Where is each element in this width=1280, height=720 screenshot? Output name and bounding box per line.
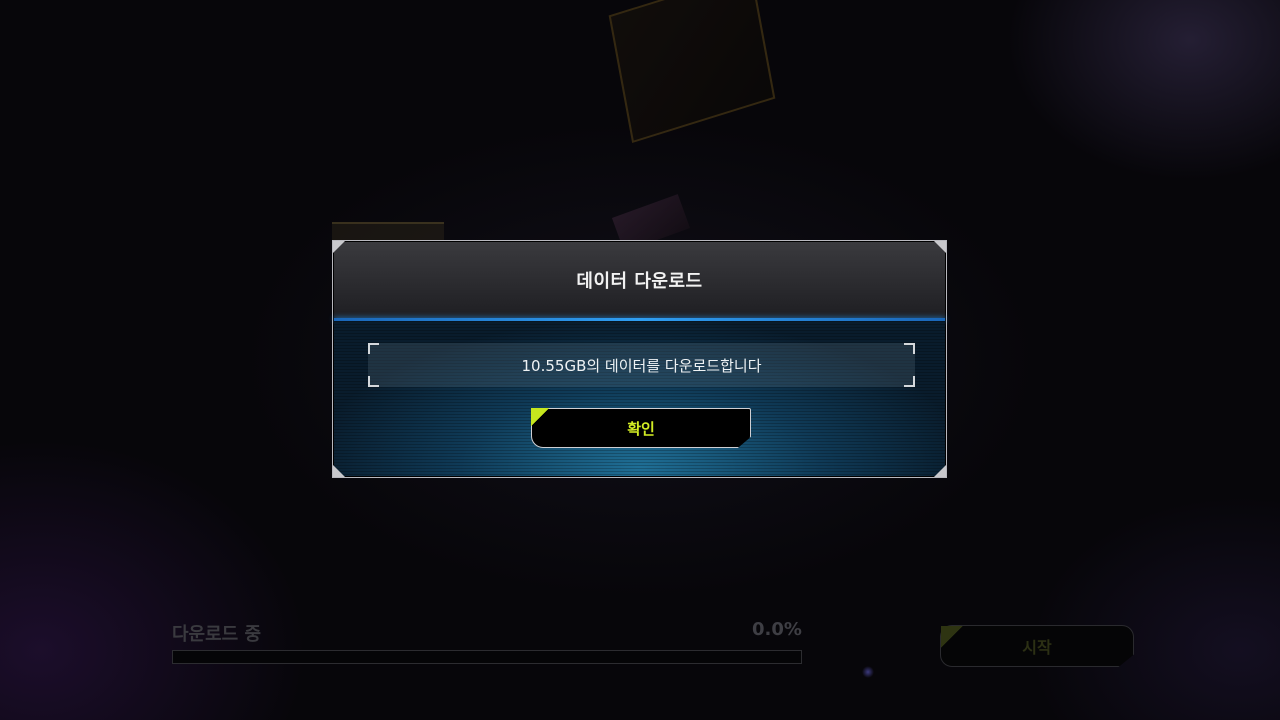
dialog-message: 10.55GB의 데이터를 다운로드합니다 (521, 356, 762, 375)
glow-dot (862, 666, 874, 678)
start-button-label: 시작 (1022, 638, 1052, 657)
corner-decoration (934, 465, 946, 477)
corner-decoration (333, 241, 345, 253)
dialog-title: 데이터 다운로드 (576, 271, 703, 292)
dialog-header: 데이터 다운로드 (334, 242, 945, 318)
message-box: 10.55GB의 데이터를 다운로드합니다 (368, 343, 915, 387)
data-download-dialog: 데이터 다운로드 10.55GB의 데이터를 다운로드합니다 확인 (332, 240, 947, 478)
bracket-decoration (904, 376, 915, 387)
button-notch-decoration (941, 626, 963, 648)
corner-decoration (333, 465, 345, 477)
download-status-label: 다운로드 중 (172, 624, 262, 645)
bracket-decoration (368, 343, 379, 354)
bracket-decoration (904, 343, 915, 354)
confirm-button[interactable]: 확인 (531, 408, 751, 448)
button-notch-decoration (531, 408, 551, 428)
download-percent: 0.0% (752, 619, 802, 640)
bracket-decoration (368, 376, 379, 387)
download-progress-bar (172, 650, 802, 664)
dialog-body: 10.55GB의 데이터를 다운로드합니다 확인 (334, 321, 945, 476)
start-button[interactable]: 시작 (940, 625, 1134, 667)
confirm-button-label: 확인 (627, 419, 655, 438)
corner-decoration (934, 241, 946, 253)
